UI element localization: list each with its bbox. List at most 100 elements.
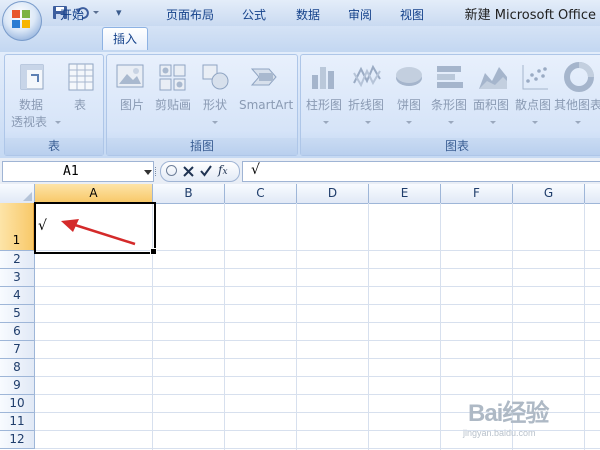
other-charts-dropdown-icon[interactable] [575,121,581,124]
enter-icon[interactable] [200,165,212,177]
group-label-charts: 图表 [301,138,600,155]
row-header-11[interactable]: 11 [0,413,35,431]
column-header-d[interactable]: D [297,184,369,204]
gridline [35,358,600,359]
pivot-table-label2[interactable]: 透视表 [11,114,47,131]
column-header-c[interactable]: C [225,184,297,204]
splitter-handle[interactable] [155,167,159,176]
tab-view[interactable]: 视图 [392,4,432,26]
area-chart-icon[interactable] [477,61,509,93]
line-chart-label[interactable]: 折线图 [348,97,384,114]
column-chart-label[interactable]: 柱形图 [306,97,342,114]
shapes-label[interactable]: 形状 [203,97,227,114]
line-chart-icon[interactable] [351,61,383,93]
watermark-url: jingyan.baidu.com [463,428,536,438]
scatter-chart-label[interactable]: 散点图 [515,97,551,114]
gridline [35,340,600,341]
row-header-4[interactable]: 4 [0,287,35,305]
column-header-b[interactable]: B [153,184,225,204]
row-header-2[interactable]: 2 [0,251,35,269]
tab-data[interactable]: 数据 [288,4,328,26]
gridline [35,448,600,449]
other-charts-icon[interactable] [563,61,595,93]
undo-dropdown-icon[interactable] [93,11,99,14]
name-box-dropdown-icon[interactable] [144,170,152,175]
row-header-10[interactable]: 10 [0,395,35,413]
row-header-5[interactable]: 5 [0,305,35,323]
select-all-icon [23,192,32,201]
group-charts: 柱形图 折线图 饼图 条形图 面积图 散点图 其他图表 图表 [300,54,600,156]
column-chart-icon[interactable] [308,61,340,93]
row-header-8[interactable]: 8 [0,359,35,377]
ribbon-tabs [0,26,600,52]
insert-function-icon[interactable]: fx [218,163,228,177]
formula-value: √ [251,162,260,178]
qat-sep [100,5,110,21]
column-header-e[interactable]: E [369,184,441,204]
pivot-dropdown-icon[interactable] [55,121,61,124]
office-logo-icon [12,10,30,28]
clip-art-icon[interactable] [157,61,189,93]
pie-chart-label[interactable]: 饼图 [397,97,421,114]
pie-chart-icon[interactable] [393,61,425,93]
row-header-6[interactable]: 6 [0,323,35,341]
bar-chart-icon[interactable] [434,61,466,93]
watermark-logo: Bai经验 [468,400,549,427]
tab-home[interactable]: 开始 [52,4,92,26]
row-header-1[interactable]: 1 [0,203,35,251]
other-charts-label[interactable]: 其他图表 [554,97,600,114]
formula-options-icon[interactable] [166,165,177,176]
bar-dropdown-icon[interactable] [448,121,454,124]
pivot-table-label[interactable]: 数据 [19,97,43,114]
column-header-h[interactable] [585,184,600,204]
window-title: 新建 Microsoft Office [464,8,596,23]
column-header-a[interactable]: A [35,184,153,204]
row-header-3[interactable]: 3 [0,269,35,287]
name-box[interactable]: A1 [2,161,154,182]
scatter-chart-icon[interactable] [519,61,551,93]
ribbon: 数据 透视表 表 表 图片 剪贴画 形状 SmartArt 插图 柱形图 折线图… [0,52,600,159]
select-all-button[interactable] [0,184,35,204]
column-header-f[interactable]: F [441,184,513,204]
table-icon[interactable] [65,61,97,93]
pie-dropdown-icon[interactable] [406,121,412,124]
tab-review[interactable]: 审阅 [340,4,380,26]
row-header-9[interactable]: 9 [0,377,35,395]
row-header-12[interactable]: 12 [0,431,35,449]
scatter-dropdown-icon[interactable] [532,121,538,124]
tab-page-layout[interactable]: 页面布局 [158,4,222,26]
column-header-g[interactable]: G [513,184,585,204]
clip-art-label[interactable]: 剪贴画 [155,97,191,114]
area-dropdown-icon[interactable] [490,121,496,124]
formula-input[interactable]: √ [242,161,600,182]
formula-bar: A1 fx √ [0,158,600,185]
gridline [35,376,600,377]
tab-insert[interactable]: 插入 [102,27,148,50]
pivot-table-icon [20,64,44,90]
fill-handle[interactable] [150,248,157,255]
shapes-dropdown-icon[interactable] [212,121,218,124]
annotation-arrow-icon [61,219,136,246]
smartart-icon[interactable] [249,61,281,93]
gridline [35,286,600,287]
table-label[interactable]: 表 [74,97,86,114]
gridline [35,322,600,323]
area-chart-label[interactable]: 面积图 [473,97,509,114]
customize-qat-icon[interactable]: ▾ [116,6,122,19]
shapes-icon[interactable] [199,61,231,93]
picture-icon[interactable] [114,61,146,93]
name-box-value: A1 [63,164,79,179]
smartart-label[interactable]: SmartArt [239,97,293,114]
picture-label[interactable]: 图片 [120,97,144,114]
gridline [35,268,600,269]
line-dropdown-icon[interactable] [365,121,371,124]
tab-formulas[interactable]: 公式 [234,4,274,26]
bar-chart-label[interactable]: 条形图 [431,97,467,114]
group-illustrations: 图片 剪贴画 形状 SmartArt 插图 [106,54,298,156]
cell-a1[interactable]: √ [38,218,47,234]
cancel-icon[interactable] [183,166,194,177]
column-dropdown-icon[interactable] [323,121,329,124]
row-header-7[interactable]: 7 [0,341,35,359]
gridline [35,304,600,305]
group-label-tables: 表 [5,138,103,155]
